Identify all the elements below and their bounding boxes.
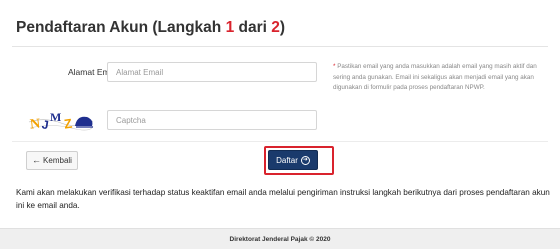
submit-button[interactable]: Daftar ➜ (268, 150, 318, 170)
back-button[interactable]: ← Kembali (26, 151, 78, 170)
email-input[interactable] (107, 62, 317, 82)
footer: Direktorat Jenderal Pajak © 2020 (0, 228, 560, 249)
svg-text:J: J (41, 117, 50, 132)
captcha-image: N J M Z (27, 108, 95, 134)
email-note: * Pastikan email yang anda masukkan adal… (333, 62, 543, 94)
note-text: Pastikan email yang anda masukkan adalah… (333, 63, 537, 91)
header-divider (12, 46, 548, 47)
page-title-prefix: Pendaftaran Akun (Langkah (16, 19, 226, 36)
page-title: Pendaftaran Akun (Langkah 1 dari 2) (16, 19, 285, 37)
step-total: 2 (271, 19, 280, 36)
page-title-middle: dari (234, 19, 272, 36)
arrow-circle-right-icon: ➜ (300, 155, 310, 165)
copyright: Direktorat Jenderal Pajak © 2020 (229, 235, 331, 243)
captcha-input[interactable] (107, 110, 317, 130)
note-mark: * (333, 63, 336, 70)
verification-info: Kami akan melakukan verifikasi terhadap … (16, 188, 550, 210)
arrow-circle-left-icon: ← (32, 155, 42, 165)
back-label: Kembali (43, 156, 72, 165)
form-divider (12, 141, 548, 142)
submit-label: Daftar (276, 155, 298, 165)
svg-text:N: N (29, 117, 41, 133)
svg-text:Z: Z (63, 116, 73, 132)
svg-text:M: M (50, 110, 61, 124)
step-current: 1 (225, 19, 235, 36)
page-title-suffix: ) (279, 19, 286, 36)
